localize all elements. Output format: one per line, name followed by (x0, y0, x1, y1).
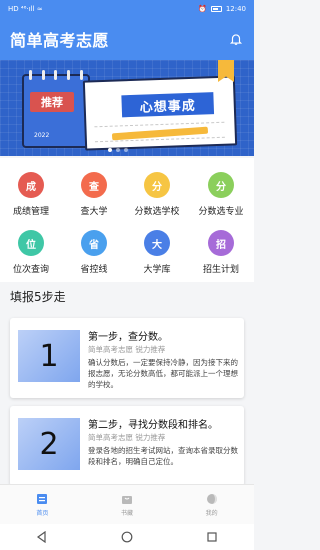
bottom-nav: 首页 书藏 我的 (0, 484, 254, 525)
signal-text: HD ⁴⁶·ıll ≈ (8, 5, 43, 13)
shortcut-label: 成绩管理 (12, 207, 49, 217)
enrollment-icon: 招 (208, 230, 234, 256)
nav-label: 书藏 (121, 510, 134, 517)
nav-label: 我的 (205, 510, 218, 517)
profile-icon (206, 493, 218, 505)
rank-icon: 位 (18, 230, 44, 256)
step-meta: 简单高考志愿 锐力推荐 (88, 433, 166, 442)
section-title: 填报5步走 (10, 290, 66, 304)
carousel-dot (124, 148, 128, 152)
nav-item-collection[interactable]: 书藏 (85, 485, 170, 525)
notebook-year: 2022 (34, 132, 50, 139)
status-time: 12:40 (225, 5, 246, 13)
shortcut-label: 位次查询 (12, 265, 49, 275)
nav-item-home[interactable]: 首页 (0, 485, 85, 525)
carousel-dot-active (108, 148, 112, 152)
university-icon: 大 (144, 230, 170, 256)
status-left: HD ⁴⁶·ıll ≈ (8, 5, 43, 13)
app-bar: 简单高考志愿 (0, 18, 254, 60)
step-title: 第二步，寻找分数段和排名。 (88, 420, 218, 431)
score-icon: 成 (18, 172, 44, 198)
shortcut-grid: 成 成绩管理 查 查大学 分 分数选学校 分 分数选专业 位 位次查询 省 省控… (0, 158, 254, 282)
back-icon[interactable] (36, 528, 48, 547)
shortcut-label: 招生计划 (202, 265, 239, 275)
status-bar: HD ⁴⁶·ıll ≈ ⏰ 12:40 (0, 0, 254, 18)
home-icon (36, 493, 48, 505)
app-title: 简单高考志愿 (10, 31, 110, 50)
shortcut-score-to-major[interactable]: 分 分数选专业 (191, 172, 251, 217)
battery-icon (210, 6, 222, 12)
paper-slogan: 心想事成 (121, 92, 215, 118)
carousel-dot (116, 148, 120, 152)
step-thumbnail: 2 (18, 418, 80, 470)
recents-icon[interactable] (206, 528, 218, 547)
step-card[interactable]: 1 第一步，查分数。 简单高考志愿 锐力推荐 确认分数后，一定要保持冷静，因为接… (10, 318, 244, 398)
step-meta: 简单高考志愿 锐力推荐 (88, 345, 166, 354)
shortcut-label: 省控线 (80, 265, 108, 275)
shortcut-label: 大学库 (143, 265, 171, 275)
step-body: 确认分数后，一定要保持冷静，因为接下来的报志愿，无论分数高低，都可能派上一个理想… (88, 358, 238, 389)
paper-illustration: 心想事成 (82, 75, 238, 151)
home-circle-icon[interactable] (121, 528, 133, 547)
nav-label: 首页 (36, 510, 49, 517)
shortcut-label: 分数选专业 (198, 207, 244, 217)
score-school-icon: 分 (144, 172, 170, 198)
status-right: ⏰ 12:40 (198, 5, 246, 13)
bell-icon[interactable] (228, 31, 244, 47)
step-thumbnail: 1 (18, 330, 80, 382)
shortcut-label: 分数选学校 (134, 207, 180, 217)
system-nav-bar (0, 524, 254, 550)
shortcut-search-university[interactable]: 查 查大学 (64, 172, 124, 217)
notebook-tag: 推荐 (30, 92, 74, 112)
score-major-icon: 分 (208, 172, 234, 198)
shortcut-rank-query[interactable]: 位 位次查询 (1, 230, 61, 275)
shortcut-university-library[interactable]: 大 大学库 (127, 230, 187, 275)
step-card[interactable]: 2 第二步，寻找分数段和排名。 简单高考志愿 锐力推荐 登录各地的招生考试网站，… (10, 406, 244, 486)
notebook-illustration: 推荐 2022 (22, 70, 90, 148)
bag-icon (121, 493, 133, 505)
shortcut-label: 查大学 (80, 207, 108, 217)
step-body: 登录各地的招生考试网站，查询本省录取分数段和排名，明确自己定位。 (88, 446, 238, 466)
province-icon: 省 (81, 230, 107, 256)
banner-carousel[interactable]: 推荐 2022 心想事成 (0, 60, 254, 156)
search-icon: 查 (81, 172, 107, 198)
nav-item-profile[interactable]: 我的 (169, 485, 254, 525)
carousel-dots (108, 148, 128, 152)
shortcut-score-management[interactable]: 成 成绩管理 (1, 172, 61, 217)
step-title: 第一步，查分数。 (88, 332, 168, 343)
alarm-icon: ⏰ (198, 5, 207, 13)
shortcut-enrollment-plan[interactable]: 招 招生计划 (191, 230, 251, 275)
notebook-rings (24, 70, 88, 80)
shortcut-province-line[interactable]: 省 省控线 (64, 230, 124, 275)
shortcut-score-to-school[interactable]: 分 分数选学校 (127, 172, 187, 217)
